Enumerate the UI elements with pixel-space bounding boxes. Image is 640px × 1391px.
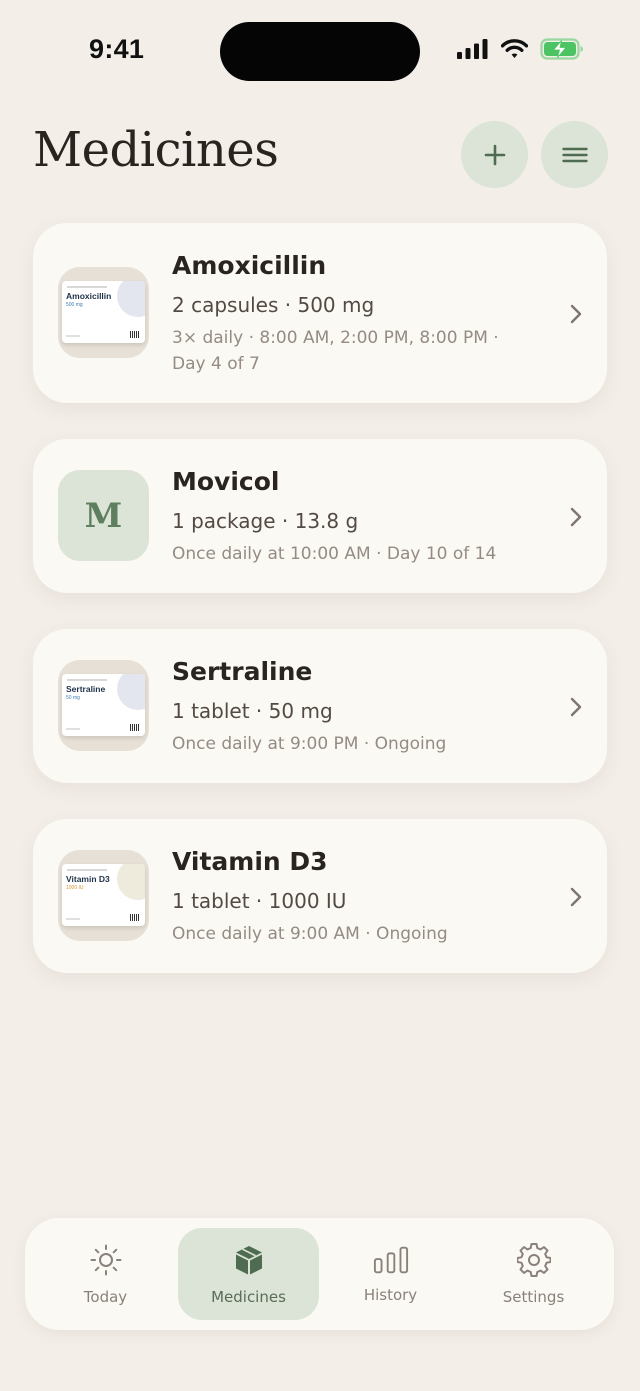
tab-label: Settings	[502, 1288, 565, 1306]
menu-button[interactable]	[541, 121, 608, 188]
barcode-icon	[130, 914, 140, 921]
medicine-letter-thumbnail: M	[58, 470, 149, 561]
tab-bar: Today Medicines History Settings	[25, 1218, 614, 1330]
medicine-schedule: Once daily at 9:00 AM · Ongoing	[172, 924, 448, 944]
medicine-package-thumbnail: Vitamin D3 1000 IU	[58, 850, 149, 941]
gear-icon	[516, 1242, 552, 1278]
status-bar: 9:41	[0, 0, 640, 104]
chevron-right-icon	[570, 507, 582, 527]
medicine-package-thumbnail: Amoxicillin 500 mg	[58, 267, 149, 358]
medicine-card-movicol[interactable]: M Movicol 1 package · 13.8 g Once daily …	[33, 439, 607, 593]
chevron-right-icon	[570, 304, 582, 324]
package-image: Sertraline 50 mg	[62, 674, 145, 736]
barcode-icon	[130, 331, 140, 338]
bar-chart-icon	[373, 1242, 409, 1278]
medicine-schedule: Once daily at 10:00 AM · Day 10 of 14	[172, 544, 497, 564]
tab-history[interactable]: History	[320, 1228, 461, 1320]
package-label: Vitamin D3	[66, 874, 110, 884]
tab-settings[interactable]: Settings	[463, 1228, 604, 1320]
tab-label: History	[363, 1286, 418, 1304]
package-image: Amoxicillin 500 mg	[62, 281, 145, 343]
dynamic-island	[220, 22, 420, 81]
package-strength: 1000 IU	[66, 885, 84, 891]
medicine-package-thumbnail: Sertraline 50 mg	[58, 660, 149, 751]
medicine-card-vitamin-d3[interactable]: Vitamin D3 1000 IU Vitamin D3 1 tablet ·…	[33, 819, 607, 973]
tab-today[interactable]: Today	[35, 1228, 176, 1320]
add-medicine-button[interactable]	[461, 121, 528, 188]
status-time: 9:41	[89, 34, 145, 64]
medicine-schedule: 3× daily · 8:00 AM, 2:00 PM, 8:00 PM · D…	[172, 328, 499, 374]
sun-icon	[88, 1242, 124, 1278]
cellular-signal-icon	[457, 39, 488, 59]
medicine-name: Amoxicillin	[172, 251, 327, 280]
chevron-right-icon	[570, 887, 582, 907]
medicine-card-sertraline[interactable]: Sertraline 50 mg Sertraline 1 tablet · 5…	[33, 629, 607, 783]
page-title: Medicines	[33, 122, 279, 178]
wifi-icon	[501, 39, 528, 58]
medicine-dose: 2 capsules · 500 mg	[172, 293, 375, 317]
medicine-dose: 1 package · 13.8 g	[172, 509, 359, 533]
tab-medicines[interactable]: Medicines	[178, 1228, 319, 1320]
package-label: Sertraline	[66, 684, 106, 694]
tab-label: Medicines	[211, 1288, 286, 1306]
medicine-dose: 1 tablet · 1000 IU	[172, 889, 347, 913]
medicine-name: Sertraline	[172, 657, 313, 686]
medicine-name: Vitamin D3	[172, 847, 328, 876]
medicine-dose: 1 tablet · 50 mg	[172, 699, 333, 723]
menu-icon	[561, 147, 588, 162]
medicine-initial: M	[84, 495, 123, 536]
chevron-right-icon	[570, 697, 582, 717]
package-image: Vitamin D3 1000 IU	[62, 864, 145, 926]
tab-label: Today	[83, 1288, 128, 1306]
package-strength: 50 mg	[66, 695, 80, 701]
plus-icon	[484, 144, 505, 165]
status-icons	[457, 38, 584, 60]
box-icon	[231, 1242, 267, 1278]
medicine-name: Movicol	[172, 467, 280, 496]
medicine-card-amoxicillin[interactable]: Amoxicillin 500 mg Amoxicillin 2 capsule…	[33, 223, 607, 403]
package-strength: 500 mg	[66, 302, 83, 308]
battery-charging-icon	[540, 38, 583, 60]
package-label: Amoxicillin	[66, 291, 112, 301]
barcode-icon	[130, 724, 140, 731]
medicine-schedule: Once daily at 9:00 PM · Ongoing	[172, 734, 447, 754]
